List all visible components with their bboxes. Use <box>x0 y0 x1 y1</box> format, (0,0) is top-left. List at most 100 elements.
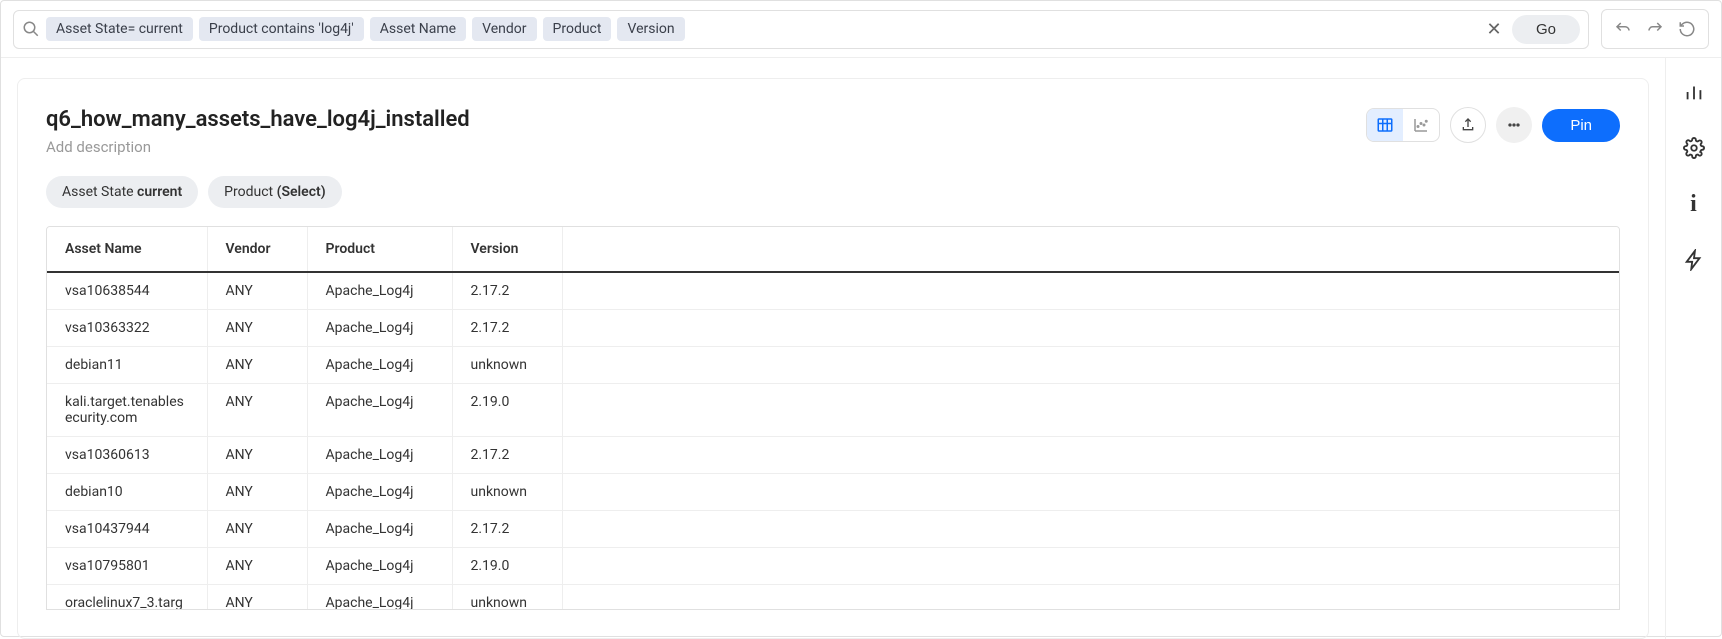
top-bar: Asset State= current Product contains 'l… <box>1 1 1721 58</box>
filter-pill-asset-state[interactable]: Asset State current <box>46 176 198 208</box>
cell-version: 2.17.2 <box>452 437 562 474</box>
results-table-wrap[interactable]: Asset Name Vendor Product Version vsa106… <box>46 226 1620 610</box>
search-tag[interactable]: Asset State= current <box>46 17 193 41</box>
cell-empty <box>562 474 1619 511</box>
main-area: q6_how_many_assets_have_log4j_installed … <box>1 58 1721 639</box>
cell-asset: debian10 <box>47 474 207 511</box>
content-panel: q6_how_many_assets_have_log4j_installed … <box>1 58 1665 639</box>
info-icon[interactable]: i <box>1676 186 1712 222</box>
lightning-icon[interactable] <box>1676 242 1712 278</box>
cell-vendor: ANY <box>207 437 307 474</box>
results-table: Asset Name Vendor Product Version vsa106… <box>47 227 1619 610</box>
pill-value: (Select) <box>277 184 326 200</box>
cell-vendor: ANY <box>207 384 307 437</box>
col-header-empty <box>562 227 1619 272</box>
col-header-version[interactable]: Version <box>452 227 562 272</box>
cell-empty <box>562 585 1619 611</box>
history-controls <box>1601 9 1709 49</box>
cell-vendor: ANY <box>207 511 307 548</box>
search-icon <box>22 20 40 38</box>
cell-version: 2.17.2 <box>452 272 562 310</box>
cell-vendor: ANY <box>207 548 307 585</box>
cell-asset: vsa10638544 <box>47 272 207 310</box>
pill-label: Product <box>224 184 276 200</box>
cell-version: 2.17.2 <box>452 511 562 548</box>
more-options-icon[interactable] <box>1496 107 1532 143</box>
cell-empty <box>562 384 1619 437</box>
go-button[interactable]: Go <box>1512 15 1580 44</box>
cell-empty <box>562 347 1619 384</box>
description-placeholder[interactable]: Add description <box>46 138 470 156</box>
reset-icon[interactable] <box>1672 14 1702 44</box>
table-view-icon[interactable] <box>1367 109 1403 141</box>
col-header-vendor[interactable]: Vendor <box>207 227 307 272</box>
view-toggle <box>1366 108 1440 142</box>
cell-asset: vsa10363322 <box>47 310 207 347</box>
cell-product: Apache_Log4j <box>307 272 452 310</box>
cell-vendor: ANY <box>207 347 307 384</box>
cell-asset: vsa10795801 <box>47 548 207 585</box>
chart-view-icon[interactable] <box>1403 109 1439 141</box>
table-row[interactable]: vsa10638544ANYApache_Log4j2.17.2 <box>47 272 1619 310</box>
table-row[interactable]: debian11ANYApache_Log4junknown <box>47 347 1619 384</box>
cell-vendor: ANY <box>207 272 307 310</box>
right-rail: i <box>1665 58 1721 639</box>
clear-search-icon[interactable]: ✕ <box>1482 17 1506 41</box>
redo-icon[interactable] <box>1640 14 1670 44</box>
page-title: q6_how_many_assets_have_log4j_installed <box>46 107 470 132</box>
table-row[interactable]: oraclelinux7_3.target.tenablesecurity.co… <box>47 585 1619 611</box>
search-bar[interactable]: Asset State= current Product contains 'l… <box>13 10 1589 49</box>
cell-version: unknown <box>452 585 562 611</box>
table-row[interactable]: vsa10795801ANYApache_Log4j2.19.0 <box>47 548 1619 585</box>
table-header-row: Asset Name Vendor Product Version <box>47 227 1619 272</box>
cell-empty <box>562 437 1619 474</box>
cell-empty <box>562 548 1619 585</box>
cell-asset: vsa10437944 <box>47 511 207 548</box>
undo-icon[interactable] <box>1608 14 1638 44</box>
cell-asset: debian11 <box>47 347 207 384</box>
pill-label: Asset State <box>62 184 137 200</box>
table-row[interactable]: vsa10363322ANYApache_Log4j2.17.2 <box>47 310 1619 347</box>
export-icon[interactable] <box>1450 107 1486 143</box>
table-row[interactable]: vsa10360613ANYApache_Log4j2.17.2 <box>47 437 1619 474</box>
cell-asset: kali.target.tenablesecurity.com <box>47 384 207 437</box>
filter-pill-product[interactable]: Product (Select) <box>208 176 341 208</box>
card-header: q6_how_many_assets_have_log4j_installed … <box>46 107 1620 156</box>
search-tag[interactable]: Product contains 'log4j' <box>199 17 364 41</box>
cell-version: 2.19.0 <box>452 548 562 585</box>
cell-vendor: ANY <box>207 585 307 611</box>
search-tag[interactable]: Asset Name <box>370 17 466 41</box>
search-tag[interactable]: Vendor <box>472 17 536 41</box>
cell-version: unknown <box>452 474 562 511</box>
table-row[interactable]: vsa10437944ANYApache_Log4j2.17.2 <box>47 511 1619 548</box>
analytics-icon[interactable] <box>1676 74 1712 110</box>
cell-empty <box>562 272 1619 310</box>
cell-product: Apache_Log4j <box>307 474 452 511</box>
cell-empty <box>562 310 1619 347</box>
pin-button[interactable]: Pin <box>1542 109 1620 142</box>
cell-asset: vsa10360613 <box>47 437 207 474</box>
cell-product: Apache_Log4j <box>307 511 452 548</box>
search-tag[interactable]: Product <box>543 17 612 41</box>
filter-pills: Asset State current Product (Select) <box>46 176 1620 208</box>
col-header-product[interactable]: Product <box>307 227 452 272</box>
cell-version: 2.17.2 <box>452 310 562 347</box>
cell-product: Apache_Log4j <box>307 585 452 611</box>
header-actions: Pin <box>1366 107 1620 143</box>
table-row[interactable]: kali.target.tenablesecurity.comANYApache… <box>47 384 1619 437</box>
cell-version: 2.19.0 <box>452 384 562 437</box>
cell-product: Apache_Log4j <box>307 437 452 474</box>
cell-product: Apache_Log4j <box>307 548 452 585</box>
settings-icon[interactable] <box>1676 130 1712 166</box>
cell-empty <box>562 511 1619 548</box>
cell-product: Apache_Log4j <box>307 384 452 437</box>
table-row[interactable]: debian10ANYApache_Log4junknown <box>47 474 1619 511</box>
cell-vendor: ANY <box>207 310 307 347</box>
result-card: q6_how_many_assets_have_log4j_installed … <box>17 78 1649 639</box>
cell-asset: oraclelinux7_3.target.tenablesecurity.co… <box>47 585 207 611</box>
cell-vendor: ANY <box>207 474 307 511</box>
col-header-asset-name[interactable]: Asset Name <box>47 227 207 272</box>
cell-product: Apache_Log4j <box>307 347 452 384</box>
search-tag[interactable]: Version <box>617 17 684 41</box>
pill-value: current <box>137 184 182 200</box>
